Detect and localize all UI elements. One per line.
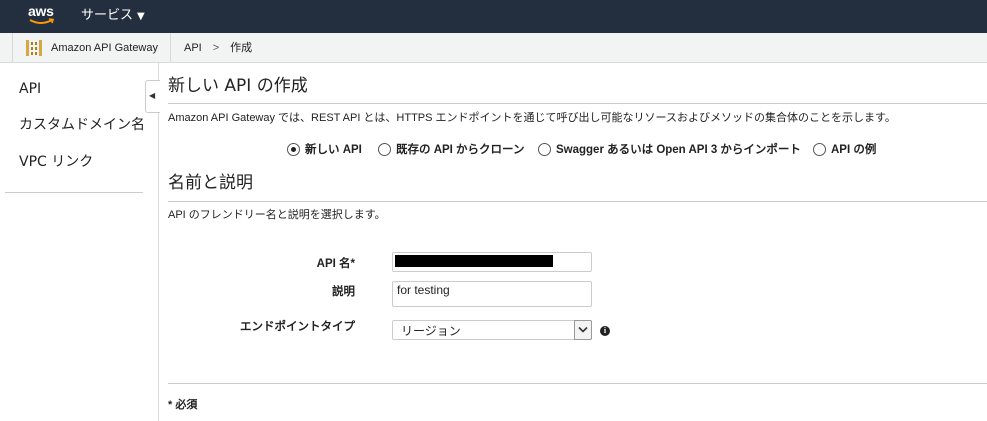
radio-label: Swagger あるいは Open API 3 からインポート xyxy=(556,144,801,156)
sidebar: API カスタムドメイン名 VPC リンク xyxy=(0,63,159,421)
radio-unselected-icon xyxy=(813,143,826,156)
aws-smile-icon xyxy=(29,18,55,24)
service-header-bar: Amazon API Gateway API > 作成 xyxy=(0,33,987,63)
radio-selected-icon xyxy=(287,143,300,156)
section-divider xyxy=(168,201,987,202)
page-title: 新しい API の作成 xyxy=(168,76,308,96)
endpoint-type-select[interactable]: リージョン xyxy=(392,320,592,340)
caret-down-icon: ▼ xyxy=(137,11,145,22)
breadcrumb-item-api[interactable]: API xyxy=(184,42,202,54)
select-dropdown-button xyxy=(574,320,592,340)
endpoint-type-value: リージョン xyxy=(401,324,461,338)
title-divider xyxy=(168,103,987,104)
breadcrumb-separator: > xyxy=(212,42,220,54)
aws-logo[interactable]: aws xyxy=(28,4,56,26)
api-name-input[interactable] xyxy=(392,252,592,272)
aws-top-nav: aws サービス ▼ xyxy=(0,0,987,33)
aws-logo-text: aws xyxy=(28,3,54,19)
description-label: 説明 xyxy=(332,286,355,298)
section-title: 名前と説明 xyxy=(168,173,253,193)
services-label: サービス xyxy=(81,8,134,23)
radio-label: API の例 xyxy=(831,144,877,156)
chevron-down-icon xyxy=(578,326,588,333)
sidebar-divider xyxy=(5,192,143,193)
description-textarea[interactable]: for testing xyxy=(392,281,592,307)
required-note: * 必須 xyxy=(168,399,198,411)
section-description: API のフレンドリー名と説明を選択します。 xyxy=(168,209,386,221)
endpoint-type-label: エンドポイントタイプ xyxy=(240,321,355,333)
services-menu-button[interactable]: サービス ▼ xyxy=(81,8,145,25)
api-name-label: API 名* xyxy=(316,258,355,270)
api-gateway-icon xyxy=(26,40,42,56)
chevron-left-icon: ◀ xyxy=(149,91,156,100)
radio-unselected-icon xyxy=(378,143,391,156)
radio-label: 既存の API からクローン xyxy=(396,144,525,156)
form-divider xyxy=(168,383,987,384)
page-description: Amazon API Gateway では、REST API とは、HTTPS … xyxy=(168,112,896,124)
breadcrumb: API > 作成 xyxy=(184,41,252,55)
sidebar-item-vpc-link[interactable]: VPC リンク xyxy=(19,151,93,171)
radio-label: 新しい API xyxy=(305,144,362,156)
service-name: Amazon API Gateway xyxy=(51,42,158,54)
redacted-value xyxy=(395,255,553,267)
radio-unselected-icon xyxy=(538,143,551,156)
info-icon[interactable]: i xyxy=(600,326,610,336)
main-content: 新しい API の作成 Amazon API Gateway では、REST A… xyxy=(168,63,987,421)
service-home-link[interactable]: Amazon API Gateway xyxy=(12,33,171,62)
breadcrumb-item-create: 作成 xyxy=(230,42,253,54)
sidebar-collapse-button[interactable]: ◀ xyxy=(145,80,160,113)
sidebar-item-api[interactable]: API xyxy=(19,81,41,97)
sidebar-item-custom-domain[interactable]: カスタムドメイン名 xyxy=(19,114,145,134)
